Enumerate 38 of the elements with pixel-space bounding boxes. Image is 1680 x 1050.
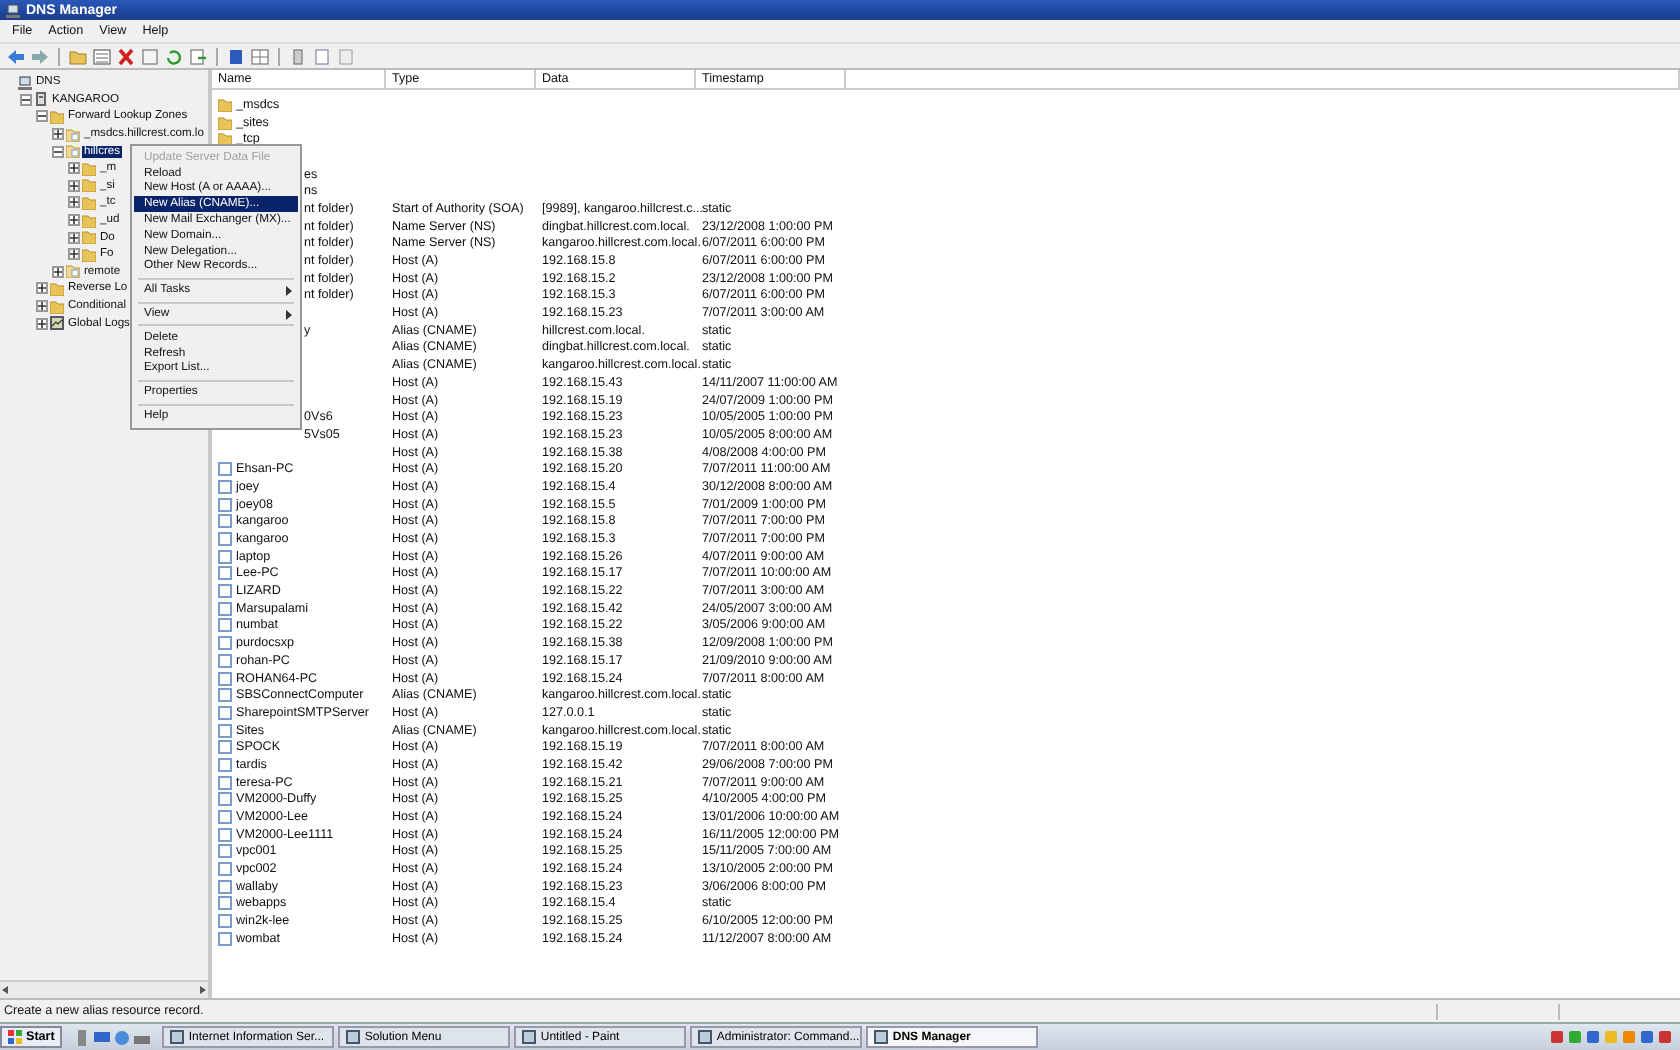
chart-icon: [50, 316, 64, 331]
collapse-icon[interactable]: [36, 110, 48, 123]
right-arrow-icon[interactable]: [196, 984, 208, 996]
expand-icon[interactable]: [68, 248, 80, 261]
expand-icon[interactable]: [52, 128, 64, 141]
refresh-icon[interactable]: [164, 47, 184, 65]
expand-icon[interactable]: [36, 317, 48, 330]
expand-icon[interactable]: [68, 196, 80, 209]
expand-icon[interactable]: [68, 179, 80, 192]
collapse-icon[interactable]: [52, 145, 64, 158]
left-arrow-icon[interactable]: [0, 984, 12, 996]
grid-icon[interactable]: [250, 47, 270, 65]
folder-icon: [50, 109, 64, 124]
windows-flag-icon: [8, 1030, 22, 1044]
window-icon: [874, 1030, 889, 1044]
properties-icon[interactable]: [140, 47, 160, 65]
window-icon: [698, 1030, 713, 1044]
window-icon: [522, 1030, 537, 1044]
expand-icon[interactable]: [36, 282, 48, 295]
delete-icon[interactable]: [116, 47, 136, 65]
app-icon: [6, 3, 20, 17]
expand-icon[interactable]: [36, 300, 48, 313]
expand-icon[interactable]: [52, 265, 64, 278]
window-icon: [170, 1030, 185, 1044]
submenu-arrow-icon: [286, 309, 292, 320]
forward-arrow-icon[interactable]: [30, 47, 50, 65]
expand-icon[interactable]: [68, 214, 80, 227]
computer-icon: [18, 75, 32, 90]
list-icon[interactable]: [92, 47, 112, 65]
export-icon[interactable]: [188, 47, 208, 65]
expand-icon[interactable]: [68, 162, 80, 175]
expand-icon[interactable]: [68, 231, 80, 244]
folder-icon[interactable]: [68, 47, 88, 65]
scroll-bar[interactable]: [0, 980, 208, 998]
back-arrow-icon[interactable]: [6, 47, 26, 65]
window-icon: [346, 1030, 361, 1044]
submenu-arrow-icon: [286, 285, 292, 296]
collapse-icon[interactable]: [20, 93, 32, 106]
